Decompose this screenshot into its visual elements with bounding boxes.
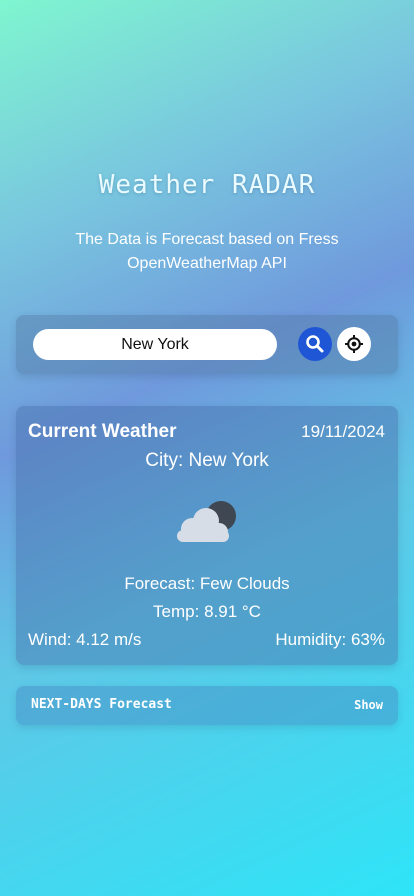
next-days-label: NEXT-DAYS Forecast [31,697,172,712]
app-subtitle: The Data is Forecast based on Fress Open… [75,231,339,272]
weather-radar-page: { "header": { "title": "Weather RADAR", … [0,0,414,896]
current-location-button[interactable] [337,327,371,361]
search-button[interactable] [298,327,332,361]
wind-text: Wind: 4.12 m/s [28,630,142,649]
search-panel [16,315,398,374]
app-title: Weather RADAR [98,170,316,200]
show-forecast-button[interactable]: Show [354,698,383,712]
location-crosshair-icon [345,335,363,353]
humidity-text: Humidity: 63% [275,630,385,649]
few-clouds-icon [177,501,236,542]
next-days-forecast-panel[interactable]: NEXT-DAYS Forecast Show [16,686,398,725]
card-title: Current Weather [28,421,177,442]
current-date: 19/11/2024 [301,422,385,441]
forecast-text: Forecast: Few Clouds [124,574,290,593]
city-search-input[interactable] [33,329,277,360]
search-icon [306,335,324,353]
current-weather-card: Current Weather 19/11/2024 City: New Yor… [16,406,398,665]
current-city: City: New York [145,450,269,471]
temperature-text: Temp: 8.91 °C [153,602,261,621]
